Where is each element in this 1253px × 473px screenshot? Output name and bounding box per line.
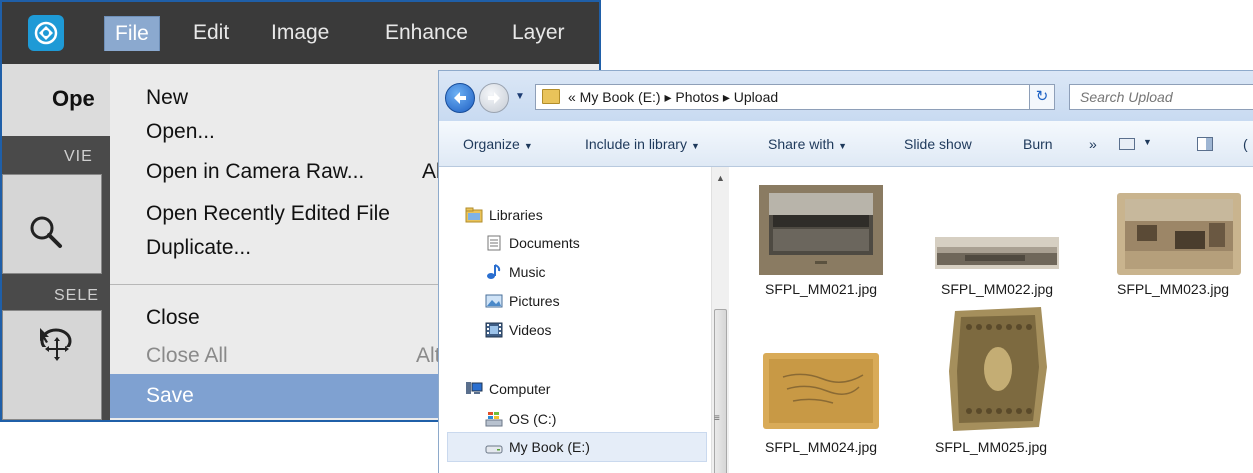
more-commands-button[interactable]: »: [1089, 136, 1097, 152]
zoom-tool-button[interactable]: [2, 174, 102, 274]
view-section-label: VIE: [64, 148, 93, 165]
file-list-area: SFPL_MM021.jpg SFPL_MM022.jpg SFPL_MM023…: [729, 167, 1253, 473]
forward-button[interactable]: [479, 83, 509, 113]
thumbnail-sfpl-mm021[interactable]: [759, 185, 883, 275]
share-label: Share with: [768, 136, 835, 152]
file-name[interactable]: SFPL_MM022.jpg: [941, 281, 1053, 297]
address-bar-area: ▼ « My Book (E:) ▸ Photos ▸ Upload ▼ ↻: [439, 71, 1253, 121]
forward-arrow-icon: [488, 92, 500, 104]
file-name[interactable]: SFPL_MM023.jpg: [1117, 281, 1229, 297]
organize-label: Organize: [463, 136, 520, 152]
nav-item-label: Pictures: [509, 293, 560, 309]
include-label: Include in library: [585, 136, 687, 152]
search-box[interactable]: [1069, 84, 1253, 110]
thumbnail-sfpl-mm025[interactable]: [949, 307, 1047, 431]
share-with-button[interactable]: Share with ▼: [768, 136, 847, 152]
burn-button[interactable]: Burn: [1023, 136, 1053, 152]
videos-icon: [485, 322, 503, 338]
menu-item-save[interactable]: Save: [146, 384, 194, 408]
menu-item-open-recent[interactable]: Open Recently Edited File: [146, 202, 390, 226]
search-input[interactable]: [1070, 85, 1253, 109]
address-path[interactable]: « My Book (E:) ▸ Photos ▸ Upload: [568, 89, 778, 106]
documents-icon: [487, 235, 501, 251]
menu-item-close-all[interactable]: Close All: [146, 344, 228, 368]
file-name[interactable]: SFPL_MM025.jpg: [935, 439, 1047, 455]
nav-item-label: Videos: [509, 322, 552, 338]
nav-item-label: Libraries: [489, 207, 543, 223]
libraries-icon: [465, 207, 483, 223]
thumbnail-sfpl-mm023[interactable]: [1117, 193, 1241, 275]
navigation-pane: Libraries Documents Music Pictures Video…: [439, 167, 711, 473]
recent-pages-dropdown-icon[interactable]: ▼: [515, 91, 525, 102]
nav-item-label: Documents: [509, 235, 580, 251]
magnifier-icon: [30, 216, 62, 248]
nav-item-label: Music: [509, 264, 546, 280]
move-tool-button[interactable]: [2, 310, 102, 420]
thumbnail-sfpl-mm022[interactable]: [935, 237, 1059, 269]
menu-item-open[interactable]: Open...: [146, 120, 215, 144]
menu-item-duplicate[interactable]: Duplicate...: [146, 236, 251, 260]
shortcut-close-all: Alt: [416, 344, 441, 367]
menu-bar: File Edit Image Enhance Layer: [2, 2, 599, 64]
menu-layer[interactable]: Layer: [502, 16, 575, 50]
menu-file[interactable]: File: [104, 16, 160, 51]
menu-edit[interactable]: Edit: [183, 16, 239, 50]
preview-pane-icon[interactable]: [1197, 137, 1213, 151]
mode-tab-label: Ope: [52, 86, 95, 111]
change-view-icon[interactable]: [1119, 138, 1135, 150]
menu-enhance[interactable]: Enhance: [375, 16, 478, 50]
slide-show-button[interactable]: Slide show: [904, 136, 972, 152]
menu-image[interactable]: Image: [261, 16, 339, 50]
music-icon: [487, 264, 501, 279]
include-in-library-button[interactable]: Include in library ▼: [585, 136, 700, 152]
scroll-up-arrow-icon[interactable]: ▲: [716, 173, 725, 183]
pictures-icon: [485, 294, 503, 308]
thumbnail-sfpl-mm024[interactable]: [763, 353, 879, 429]
back-arrow-icon: [454, 92, 466, 104]
windows-drive-icon: [485, 412, 503, 427]
chevron-down-icon: ▼: [690, 141, 700, 151]
help-button[interactable]: (: [1243, 136, 1248, 152]
menu-item-open-camera-raw[interactable]: Open in Camera Raw...: [146, 160, 364, 184]
organize-button[interactable]: Organize ▼: [463, 136, 533, 152]
scrollbar-thumb[interactable]: [714, 309, 727, 473]
chevron-down-icon: ▼: [838, 141, 848, 151]
command-toolbar: Organize ▼ Include in library ▼ Share with…: [439, 121, 1253, 167]
lasso-tool-icon[interactable]: [39, 327, 73, 347]
view-options-chevron-icon[interactable]: ▼: [1143, 137, 1152, 147]
computer-icon: [466, 382, 483, 394]
back-button[interactable]: [445, 83, 475, 113]
explorer-window: ▼ « My Book (E:) ▸ Photos ▸ Upload ▼ ↻ O…: [438, 70, 1253, 473]
mode-tab[interactable]: Ope: [2, 64, 110, 136]
address-bar[interactable]: « My Book (E:) ▸ Photos ▸ Upload ▼: [535, 84, 1047, 110]
app-logo-icon[interactable]: [28, 15, 64, 51]
navigation-scrollbar[interactable]: ▲ ≡: [711, 167, 729, 473]
file-name[interactable]: SFPL_MM021.jpg: [765, 281, 877, 297]
select-section-label: SELE: [54, 287, 99, 304]
chevron-down-icon: ▼: [523, 141, 533, 151]
file-name[interactable]: SFPL_MM024.jpg: [765, 439, 877, 455]
menu-item-new[interactable]: New: [146, 86, 188, 110]
external-drive-icon: [485, 445, 503, 454]
folder-icon: [542, 89, 560, 104]
refresh-button[interactable]: ↻: [1029, 84, 1055, 110]
menu-item-close[interactable]: Close: [146, 306, 200, 330]
nav-item-label: Computer: [489, 381, 551, 397]
scroll-grip-icon: ≡: [714, 413, 720, 424]
nav-item-label: OS (C:): [509, 411, 557, 427]
nav-item-label: My Book (E:): [509, 439, 590, 455]
